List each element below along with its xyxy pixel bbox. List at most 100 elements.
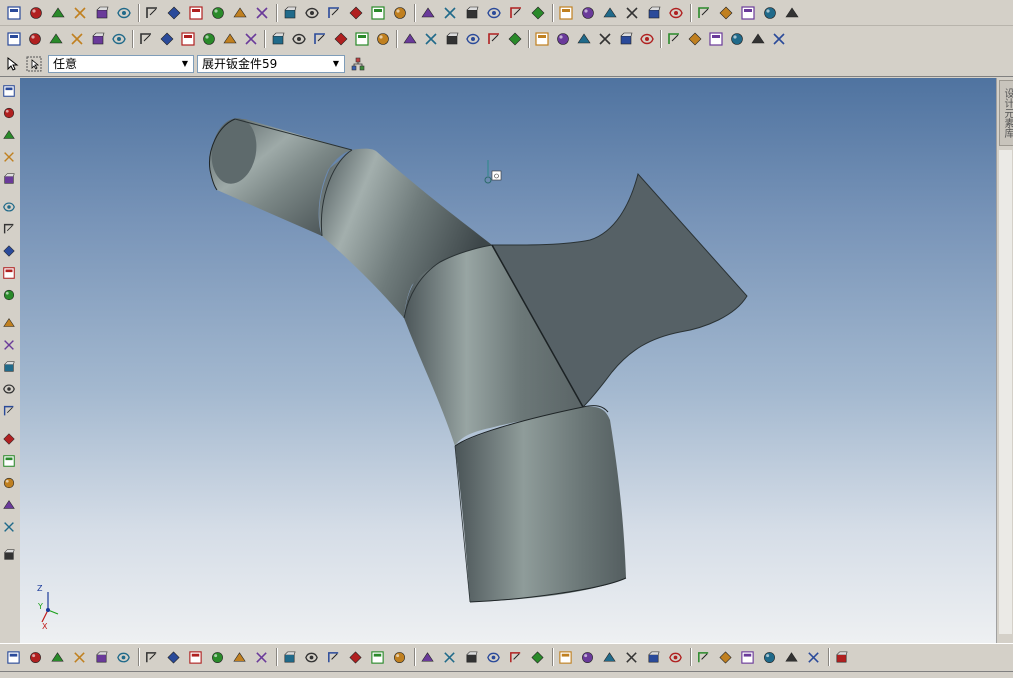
shell-icon[interactable]	[90, 31, 106, 47]
shaded-edges-sphere-icon[interactable]	[530, 5, 546, 21]
trim-icon[interactable]	[166, 650, 181, 665]
light-icon[interactable]	[2, 316, 16, 330]
arc4-icon[interactable]	[624, 650, 639, 665]
circle2-icon[interactable]	[442, 650, 457, 665]
front-view-icon[interactable]	[580, 5, 596, 21]
arc-icon[interactable]	[558, 650, 573, 665]
align-icon[interactable]	[666, 31, 682, 47]
arc-icon[interactable]	[2, 498, 16, 512]
delete-icon[interactable]	[116, 650, 131, 665]
pan-icon[interactable]	[2, 84, 16, 98]
save-icon[interactable]	[72, 5, 88, 21]
paste-feature-icon[interactable]	[188, 5, 204, 21]
globe-icon[interactable]	[696, 5, 712, 21]
fit-icon[interactable]	[2, 222, 16, 236]
camera-alt-icon[interactable]	[2, 288, 16, 302]
align-view-icon[interactable]	[72, 650, 87, 665]
close-document-icon[interactable]	[28, 5, 44, 21]
design-library-tab[interactable]: 设计元素库	[999, 80, 1013, 146]
face-select-icon[interactable]	[2, 404, 16, 418]
revolve-icon[interactable]	[27, 31, 43, 47]
corner-icon[interactable]	[696, 650, 711, 665]
wireframe-box-icon[interactable]	[464, 5, 480, 21]
design-flow-icon[interactable]	[282, 5, 298, 21]
loft-icon[interactable]	[69, 31, 85, 47]
shape-paint-icon[interactable]	[304, 5, 320, 21]
pattern-icon[interactable]	[402, 31, 418, 47]
undo-icon[interactable]	[94, 5, 110, 21]
open-folder-icon[interactable]	[50, 5, 66, 21]
center-icon[interactable]	[2, 244, 16, 258]
render-icon[interactable]	[646, 5, 662, 21]
offset-line-icon[interactable]	[144, 650, 159, 665]
view-icon[interactable]	[2, 338, 16, 352]
stamp-icon[interactable]	[354, 31, 370, 47]
diamond-icon[interactable]	[370, 650, 385, 665]
node-icon[interactable]	[326, 650, 341, 665]
face-move-icon[interactable]	[486, 31, 502, 47]
edge-select-icon[interactable]	[2, 432, 16, 446]
text-style-icon[interactable]	[420, 5, 436, 21]
new-document-icon[interactable]	[6, 5, 22, 21]
angle-line-icon[interactable]	[254, 650, 269, 665]
shaded-icon[interactable]	[2, 360, 16, 374]
select-arrow-icon[interactable]	[4, 56, 20, 72]
ortho-icon[interactable]	[188, 650, 203, 665]
part-selector-dropdown[interactable]: 展开钣金件59 ▼	[197, 55, 345, 73]
ruler-icon[interactable]	[729, 31, 745, 47]
flange-icon[interactable]	[291, 31, 307, 47]
constraint-icon[interactable]	[639, 31, 655, 47]
polyline-icon[interactable]	[210, 650, 225, 665]
center-mark-icon[interactable]	[806, 650, 821, 665]
assembly-tree-icon[interactable]	[350, 56, 366, 72]
fillet-icon[interactable]	[159, 31, 175, 47]
dimension-icon[interactable]	[597, 31, 613, 47]
point-icon[interactable]	[646, 650, 661, 665]
arc2-icon[interactable]	[580, 650, 595, 665]
rectangle-icon[interactable]	[348, 650, 363, 665]
shaded-sphere-icon[interactable]	[508, 5, 524, 21]
ring-icon[interactable]	[2, 476, 16, 490]
layer-icon[interactable]	[94, 650, 109, 665]
blend-icon[interactable]	[111, 31, 127, 47]
copy-feature-icon[interactable]	[166, 5, 182, 21]
detail-icon[interactable]	[50, 650, 65, 665]
draft-icon[interactable]	[180, 31, 196, 47]
tangent-line-icon[interactable]	[282, 650, 297, 665]
check-icon[interactable]	[232, 5, 248, 21]
hexagon-icon[interactable]	[392, 650, 407, 665]
arrow-icon[interactable]	[708, 31, 724, 47]
unfold-icon[interactable]	[222, 31, 238, 47]
measure-icon[interactable]	[210, 5, 226, 21]
help-icon[interactable]	[254, 5, 270, 21]
section-view-icon[interactable]	[668, 5, 684, 21]
dropper-icon[interactable]	[771, 31, 787, 47]
hatch-icon[interactable]	[740, 650, 755, 665]
select-filter-icon[interactable]	[144, 5, 160, 21]
draw-curve-icon[interactable]	[392, 5, 408, 21]
smart-select-icon[interactable]	[26, 56, 42, 72]
rotate-plane-icon[interactable]	[576, 31, 592, 47]
zoom-window-icon[interactable]	[2, 172, 16, 186]
3d-viewport[interactable]: Z Y X	[20, 78, 996, 643]
perspective-box-icon[interactable]	[558, 5, 574, 21]
camera-icon[interactable]	[2, 266, 16, 280]
mirror-icon[interactable]	[423, 31, 439, 47]
dimension-icon[interactable]	[762, 650, 777, 665]
boolean-icon[interactable]	[444, 31, 460, 47]
text-icon[interactable]	[2, 548, 16, 562]
drawing-view-icon[interactable]	[6, 650, 21, 665]
sketch-icon[interactable]	[618, 31, 634, 47]
corner2-icon[interactable]	[718, 650, 733, 665]
import-icon[interactable]	[370, 5, 386, 21]
section-icon[interactable]	[28, 650, 43, 665]
grid-icon[interactable]	[740, 5, 756, 21]
distance-icon[interactable]	[687, 31, 703, 47]
globe-alt-icon[interactable]	[718, 5, 734, 21]
tool-icon[interactable]	[243, 31, 259, 47]
hem-icon[interactable]	[312, 31, 328, 47]
cylinder-view-icon[interactable]	[602, 5, 618, 21]
scale-icon[interactable]	[750, 31, 766, 47]
redo-icon[interactable]	[116, 5, 132, 21]
selection-filter-dropdown[interactable]: 任意 ▼	[48, 55, 194, 73]
